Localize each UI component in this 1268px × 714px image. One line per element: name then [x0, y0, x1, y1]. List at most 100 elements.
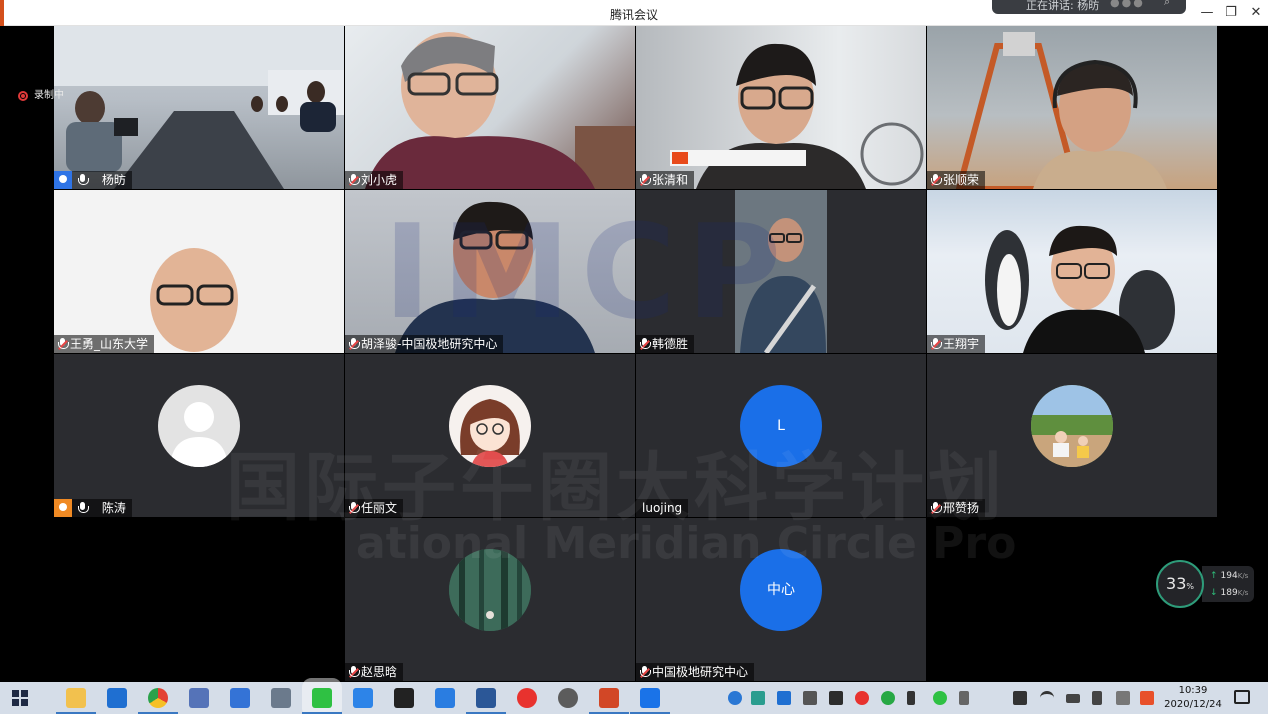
network-rates: ↑ 194K/s ↓ 189K/s	[1202, 566, 1254, 602]
participant-name: 任丽文	[361, 501, 398, 515]
participant-name: 胡泽骏-中国极地研究中心	[361, 337, 498, 351]
video-tile[interactable]: 韩德胜	[636, 190, 926, 353]
video-tile[interactable]: 张清和	[636, 26, 926, 189]
tray-meeting-icon[interactable]	[777, 691, 791, 705]
tray-wechat-icon[interactable]	[933, 691, 947, 705]
initial-avatar: L	[740, 385, 822, 467]
mic-muted-icon	[349, 502, 360, 514]
participant-name: 刘小虎	[361, 173, 398, 187]
recording-indicator[interactable]: 录制中	[14, 88, 64, 104]
avatar-tile[interactable]: 赵思晗	[345, 518, 635, 681]
close-button[interactable]: ✕	[1247, 4, 1265, 22]
meeting-window: 腾讯会议 正在讲话: 杨昉 ●●● ⌕ — ❐ ✕ 录制中 杨昉 刘小虎 张清和…	[0, 0, 1268, 714]
usb-icon[interactable]	[959, 691, 969, 705]
avatar-tile[interactable]: 中心 中国极地研究中心	[636, 518, 926, 681]
windows-taskbar: 10:39 2020/12/24	[0, 682, 1268, 714]
participant-video	[395, 201, 595, 353]
mic-muted-icon	[931, 338, 942, 350]
video-tile[interactable]: 胡泽骏-中国极地研究中心	[345, 190, 635, 353]
avatar-tile[interactable]: 陈涛	[54, 354, 344, 517]
restore-button[interactable]: ❐	[1222, 4, 1240, 22]
participant-nameplate: 胡泽骏-中国极地研究中心	[345, 335, 504, 353]
signal-dots-icon: ●●●	[1110, 0, 1145, 9]
video-tile[interactable]: 杨昉	[54, 26, 344, 189]
speaking-label: 正在讲话: 杨昉	[1026, 0, 1100, 12]
speaking-indicator[interactable]: 正在讲话: 杨昉 ●●● ⌕	[992, 0, 1186, 14]
participant-nameplate: 杨昉	[54, 171, 132, 189]
calculator-icon[interactable]	[271, 688, 291, 708]
mic-icon	[78, 174, 89, 186]
photo-avatar	[449, 549, 531, 631]
upload-arrow-icon: ↑	[1210, 571, 1218, 581]
network-app-icon[interactable]	[189, 688, 209, 708]
cohost-icon	[54, 499, 72, 517]
mic-muted-icon	[640, 338, 651, 350]
video-tile[interactable]: 张顺荣	[927, 26, 1217, 189]
participant-nameplate: 张顺荣	[927, 171, 986, 189]
gear-icon[interactable]	[558, 688, 578, 708]
nvidia-icon[interactable]	[829, 691, 843, 705]
clock-date: 2020/12/24	[1164, 699, 1222, 710]
system-clock[interactable]: 10:39 2020/12/24	[1160, 684, 1226, 712]
mic-icon	[78, 502, 89, 514]
participant-nameplate: 韩德胜	[636, 335, 695, 353]
participant-nameplate: 张清和	[636, 171, 695, 189]
participant-name: 王勇_山东大学	[70, 337, 149, 351]
download-rate: ↓ 189K/s	[1210, 588, 1249, 598]
browser-app-icon[interactable]	[517, 688, 537, 708]
battery-icon[interactable]	[1066, 694, 1080, 703]
participant-video	[735, 190, 827, 353]
participant-video	[150, 248, 238, 352]
participant-video	[985, 225, 1175, 353]
video-tile[interactable]: 王翔宇	[927, 190, 1217, 353]
notification-center-icon[interactable]	[1234, 690, 1250, 704]
cartoon-girl-avatar-icon	[460, 399, 520, 467]
powerpoint-icon[interactable]	[589, 688, 629, 714]
conference-room-video	[54, 26, 344, 189]
mail-app-icon[interactable]	[353, 688, 373, 708]
participant-name: 王翔宇	[943, 337, 980, 351]
volume-icon[interactable]	[1092, 691, 1102, 705]
shield-icon[interactable]	[394, 688, 414, 708]
tencent-meeting-icon[interactable]	[630, 688, 670, 714]
video-tile[interactable]: 王勇_山东大学	[54, 190, 344, 353]
participant-nameplate: 王勇_山东大学	[54, 335, 155, 353]
security-app-icon[interactable]	[435, 688, 455, 708]
avatar-tile[interactable]: 邢赞扬	[927, 354, 1217, 517]
app-m-icon[interactable]	[107, 688, 127, 708]
microphone-icon[interactable]	[907, 691, 915, 705]
title-bar: 腾讯会议 正在讲话: 杨昉 ●●● ⌕ — ❐ ✕	[0, 0, 1268, 52]
help-icon[interactable]	[728, 691, 742, 705]
checkmark-app-icon[interactable]	[230, 688, 250, 708]
defender-shield-icon[interactable]	[1013, 691, 1027, 705]
file-explorer-icon[interactable]	[56, 688, 96, 714]
word-icon[interactable]	[466, 688, 506, 714]
participant-name: 赵思晗	[361, 665, 398, 679]
tray-browser-icon[interactable]	[855, 691, 869, 705]
input-method-icon[interactable]	[1116, 691, 1130, 705]
participant-nameplate: 刘小虎	[345, 171, 404, 189]
avatar-tile[interactable]: 任丽文	[345, 354, 635, 517]
participant-video	[670, 43, 924, 189]
wifi-icon[interactable]	[1040, 691, 1054, 705]
camera-icon[interactable]	[803, 691, 817, 705]
family-photo-avatar-icon	[1031, 385, 1113, 467]
avatar-tile[interactable]: L luojing	[636, 354, 926, 517]
video-tile[interactable]: 刘小虎	[345, 26, 635, 189]
host-icon	[54, 171, 72, 189]
record-icon	[18, 91, 28, 101]
tray-sync-icon[interactable]	[881, 691, 895, 705]
wechat-icon[interactable]	[302, 688, 342, 714]
minimize-button[interactable]: —	[1198, 4, 1216, 22]
mic-muted-icon	[349, 338, 360, 350]
chrome-icon[interactable]	[138, 688, 178, 714]
network-speed-widget[interactable]: ↑ 194K/s ↓ 189K/s 33%	[1156, 560, 1256, 610]
sogou-ime-icon[interactable]	[1140, 691, 1154, 705]
forest-photo-avatar-icon	[449, 549, 531, 631]
windows-start-icon[interactable]	[10, 688, 30, 708]
download-arrow-icon: ↓	[1210, 588, 1218, 598]
search-icon[interactable]: ⌕	[1164, 0, 1170, 9]
participant-nameplate: 赵思晗	[345, 663, 404, 681]
tray-app-icon[interactable]	[751, 691, 765, 705]
mic-muted-icon	[931, 502, 942, 514]
